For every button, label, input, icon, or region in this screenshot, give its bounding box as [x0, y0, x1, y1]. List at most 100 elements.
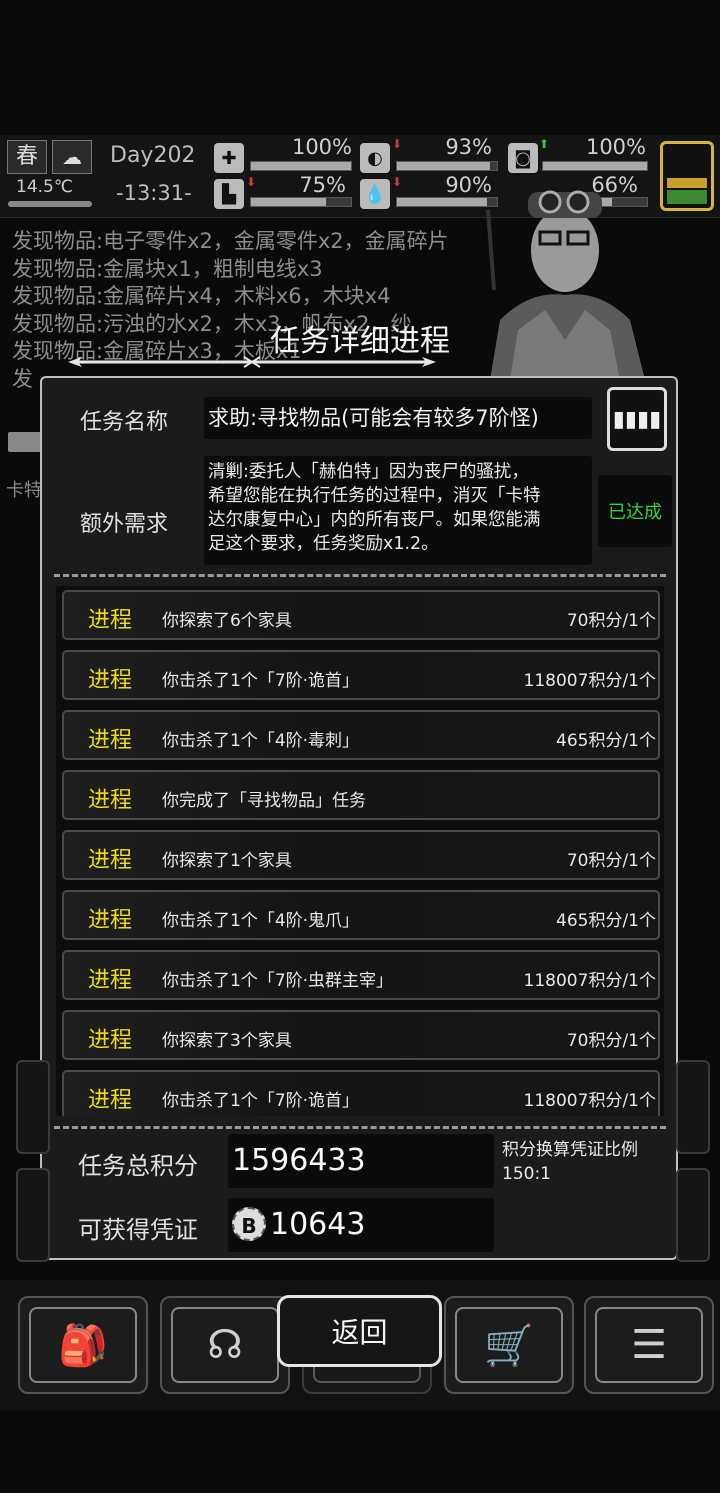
- shopping-cart-icon: 🛒: [455, 1307, 563, 1383]
- day-counter: Day202: [110, 143, 196, 168]
- progress-points: 465积分/1个: [556, 911, 656, 931]
- ratio-info: 积分换算凭证比例 150:1: [502, 1138, 638, 1186]
- mood-bar: [542, 161, 648, 171]
- progress-points: 70积分/1个: [566, 851, 656, 871]
- progress-points: 465积分/1个: [556, 731, 656, 751]
- total-points-value: 1596433: [228, 1134, 494, 1188]
- ratio-label: 积分换算凭证比例: [502, 1140, 638, 1160]
- progress-row: 进程 你击杀了1个「4阶·毒刺」 465积分/1个: [62, 710, 660, 760]
- progress-row: 进程 你击杀了1个「4阶·鬼爪」 465积分/1个: [62, 890, 660, 940]
- task-detail-dialog: 任务名称 求助:寻找物品(可能会有较多7阶怪) ▮▮▮▮ 额外需求 清剿:委托人…: [40, 376, 678, 1260]
- health-value: 100%: [291, 135, 352, 159]
- voucher-number: 10643: [270, 1207, 366, 1242]
- temperature: 14.5℃: [16, 177, 73, 197]
- task-name: 求助:寻找物品(可能会有较多7阶怪): [204, 397, 592, 439]
- stomach-icon: ◐: [360, 143, 390, 173]
- background-label: 卡特: [6, 480, 42, 501]
- progress-tag: 进程: [88, 1088, 133, 1113]
- right-side-panel: [676, 1060, 710, 1154]
- battery-gauge[interactable]: [660, 141, 714, 211]
- bitcoin-coin-icon: B: [232, 1206, 266, 1241]
- clock: -13:31-: [116, 181, 192, 205]
- progress-text: 你击杀了1个「7阶·诡首」: [162, 1091, 360, 1111]
- progress-points: 118007积分/1个: [523, 671, 656, 691]
- voucher-value: B 10643: [228, 1198, 494, 1252]
- menu-list-icon: ☰: [595, 1307, 703, 1383]
- background-progress-bar: [8, 432, 42, 452]
- weather-cloud-icon: ☁: [52, 140, 92, 174]
- progress-text: 你击杀了1个「7阶·虫群主宰」: [162, 971, 394, 991]
- backpack-icon: 🎒: [29, 1307, 137, 1383]
- total-points-number: 1596433: [232, 1143, 366, 1178]
- trend-down-icon: ⬇: [246, 175, 257, 189]
- water-drop-icon: 💧: [360, 179, 390, 209]
- progress-row: 进程 你击杀了1个「7阶·诡首」 118007积分/1个: [62, 1070, 660, 1116]
- boot-icon: ▙: [214, 179, 244, 209]
- progress-list[interactable]: 进程 你探索了6个家具 70积分/1个 进程 你击杀了1个「7阶·诡首」 118…: [56, 586, 664, 1116]
- task-name-label: 任务名称: [80, 410, 169, 435]
- back-button[interactable]: 返回: [277, 1295, 442, 1367]
- extra-line: 达尔康复中心」内的所有丧尸。如果您能满: [208, 510, 541, 530]
- progress-row: 进程 你完成了「寻找物品」任务: [62, 770, 660, 820]
- progress-row: 进程 你探索了3个家具 70积分/1个: [62, 1010, 660, 1060]
- stamina-value: 75%: [299, 173, 346, 197]
- progress-points: 70积分/1个: [566, 1031, 656, 1051]
- mood-value: 100%: [585, 135, 646, 159]
- extra-requirement-label: 额外需求: [80, 512, 169, 537]
- brain-head-icon: ☊: [171, 1307, 279, 1383]
- battery-level-green: [667, 190, 707, 204]
- achieved-status: 已达成: [598, 475, 672, 547]
- voucher-label: 可获得凭证: [78, 1216, 198, 1244]
- progress-text: 你击杀了1个「7阶·诡首」: [162, 671, 360, 691]
- dialog-title: 任务详细进程: [270, 324, 450, 359]
- log-line: 发现物品:电子零件x2，金属零件x2，金属碎片: [12, 229, 449, 253]
- left-side-panel: [16, 1168, 50, 1262]
- battery-level-yellow: [667, 178, 707, 188]
- menu-button[interactable]: ☰: [584, 1296, 714, 1394]
- progress-text: 你探索了3个家具: [162, 1031, 292, 1051]
- title-ornament: [68, 356, 436, 368]
- extra-requirement-text: 清剿:委托人「赫伯特」因为丧尸的骚扰， 希望您能在执行任务的过程中，消灭「卡特 …: [204, 456, 592, 565]
- progress-tag: 进程: [88, 908, 133, 933]
- log-line: 发现物品:金属碎片x4，木料x6，木块x4: [12, 284, 391, 308]
- extra-line: 希望您能在执行任务的过程中，消灭「卡特: [208, 486, 541, 506]
- total-points-label: 任务总积分: [78, 1152, 198, 1180]
- progress-tag: 进程: [88, 788, 133, 813]
- temperature-bar: [8, 201, 92, 207]
- ammo-icon[interactable]: ▮▮▮▮: [607, 387, 667, 451]
- extra-line: 清剿:委托人「赫伯特」因为丧尸的骚扰，: [208, 462, 529, 482]
- trend-down-icon: ⬇: [392, 175, 403, 189]
- progress-text: 你击杀了1个「4阶·毒刺」: [162, 731, 360, 751]
- progress-row: 进程 你探索了1个家具 70积分/1个: [62, 830, 660, 880]
- progress-points: 118007积分/1个: [523, 1091, 656, 1111]
- progress-text: 你探索了6个家具: [162, 611, 292, 631]
- capsule-icon: ◙: [508, 143, 538, 173]
- extra-line: 足这个要求，任务奖励x1.2。: [208, 534, 439, 554]
- progress-text: 你完成了「寻找物品」任务: [162, 791, 366, 811]
- progress-points: 118007积分/1个: [523, 971, 656, 991]
- backpack-button[interactable]: 🎒: [18, 1296, 148, 1394]
- medkit-icon: ✚: [214, 143, 244, 173]
- health-bar: [250, 161, 352, 171]
- progress-text: 你探索了1个家具: [162, 851, 292, 871]
- shop-button[interactable]: 🛒: [444, 1296, 574, 1394]
- left-side-panel: [16, 1060, 50, 1154]
- progress-tag: 进程: [88, 728, 133, 753]
- season-badge: 春: [7, 140, 47, 174]
- progress-points: 70积分/1个: [566, 611, 656, 631]
- progress-tag: 进程: [88, 848, 133, 873]
- event-log: 发现物品:电子零件x2，金属零件x2，金属碎片 发现物品:金属块x1，粗制电线x…: [12, 228, 449, 393]
- progress-row: 进程 你探索了6个家具 70积分/1个: [62, 590, 660, 640]
- progress-text: 你击杀了1个「4阶·鬼爪」: [162, 911, 360, 931]
- skills-button[interactable]: ☊: [160, 1296, 290, 1394]
- ratio-value: 150:1: [502, 1164, 551, 1184]
- log-line: 发现物品:金属块x1，粗制电线x3: [12, 256, 323, 281]
- progress-row: 进程 你击杀了1个「7阶·虫群主宰」 118007积分/1个: [62, 950, 660, 1000]
- trend-up-icon: ⬆: [539, 137, 550, 151]
- right-side-panel: [676, 1168, 710, 1262]
- divider: [54, 1126, 666, 1129]
- stomach-bar: [396, 161, 498, 171]
- trend-down-icon: ⬇: [392, 137, 403, 151]
- progress-tag: 进程: [88, 1028, 133, 1053]
- progress-tag: 进程: [88, 668, 133, 693]
